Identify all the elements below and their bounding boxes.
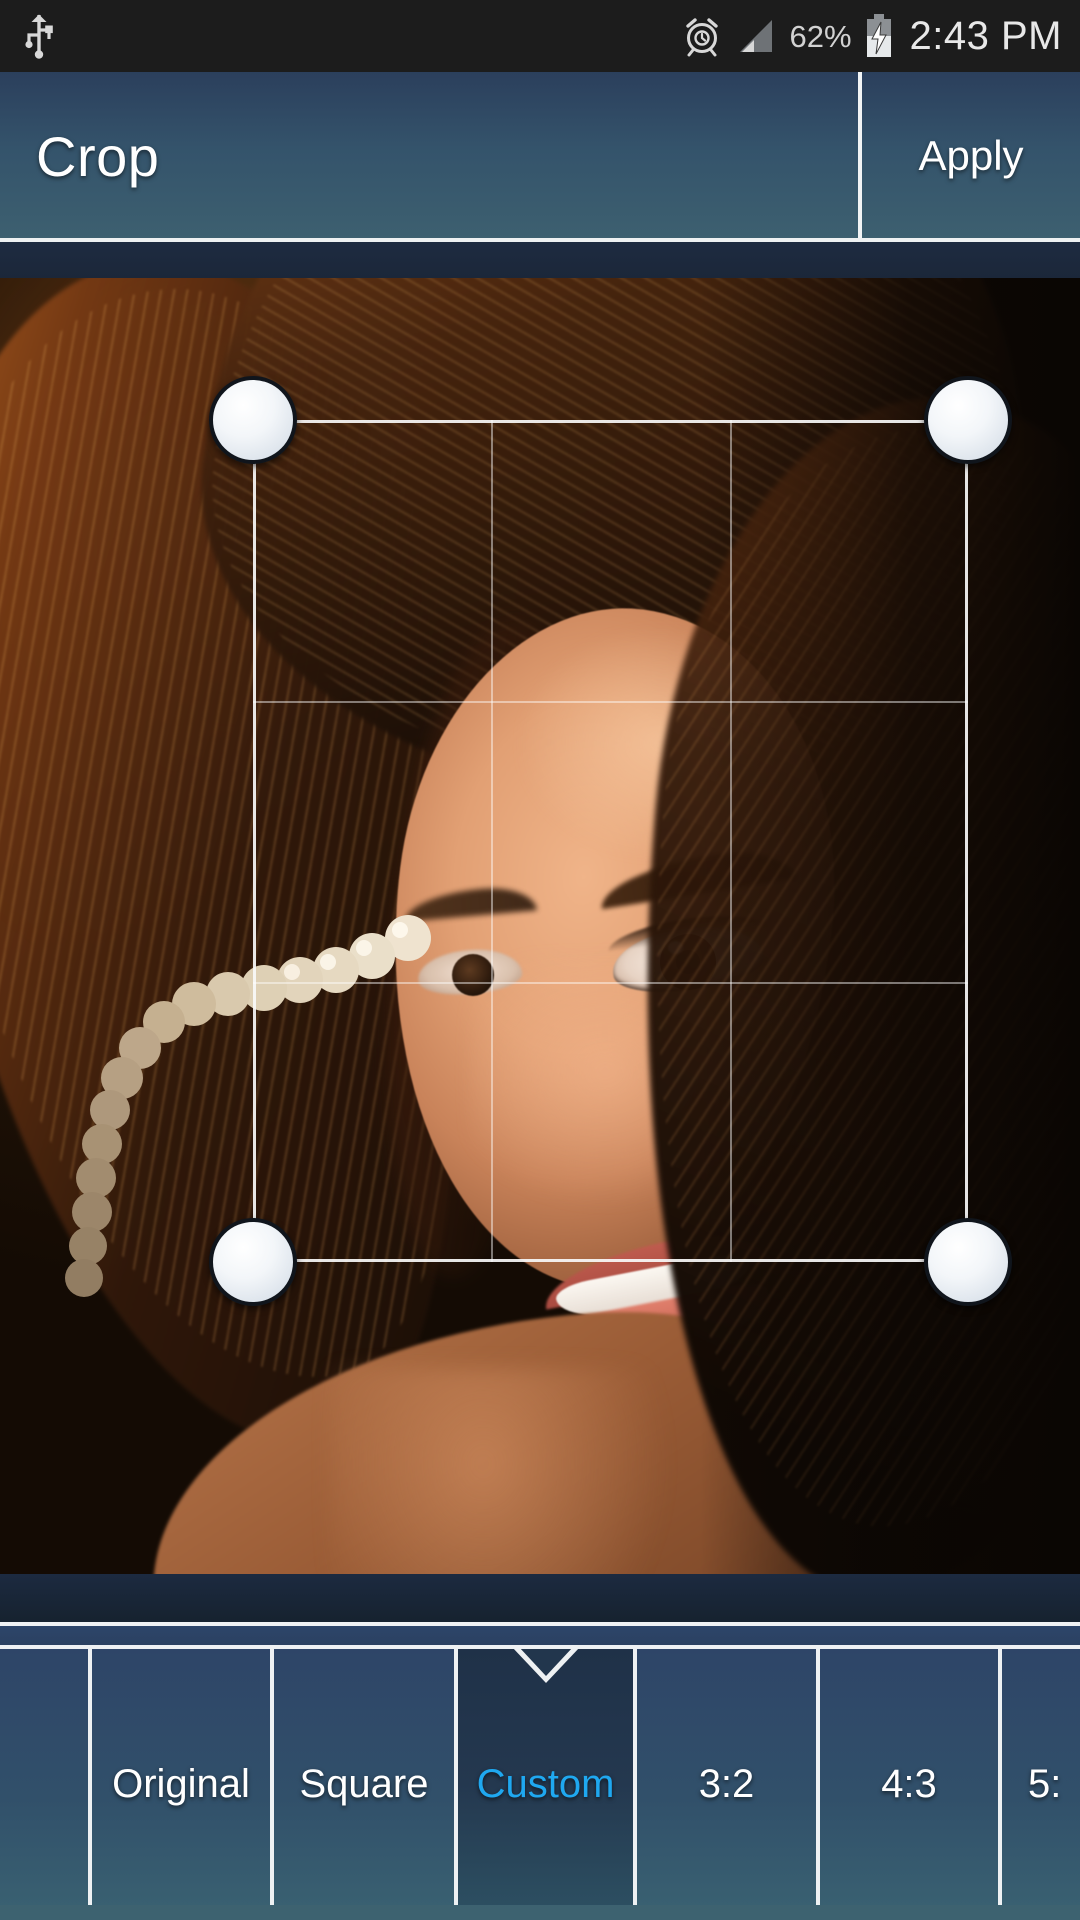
crop-handle-top-right[interactable] — [924, 376, 1012, 464]
ratio-option-label: 4:3 — [881, 1762, 937, 1806]
ratio-option-4-3[interactable]: 4:3 — [820, 1649, 1002, 1920]
crop-overlay — [0, 278, 1080, 1574]
ratio-option-label: Custom — [476, 1762, 615, 1806]
toolbar-spacer-bottom — [0, 1574, 1080, 1622]
apply-button-label: Apply — [918, 132, 1024, 179]
signal-bars-icon — [740, 20, 773, 52]
alarm-clock-icon — [686, 18, 719, 57]
crop-grid-line-vertical-2 — [730, 420, 732, 1262]
ratio-option-label: 3:2 — [698, 1762, 755, 1806]
crop-grid-line-horizontal-2 — [253, 982, 968, 984]
status-bar: 62% 2:43 PM — [0, 0, 1080, 72]
crop-handle-bottom-right[interactable] — [924, 1218, 1012, 1306]
ratio-option-square[interactable]: Square — [274, 1649, 458, 1920]
status-bar-right: 62% 2:43 PM — [681, 14, 1062, 58]
header-title-cell: Crop — [0, 72, 862, 240]
crop-grid-line-vertical-1 — [491, 420, 493, 1262]
footer-base-strip — [0, 1905, 1080, 1920]
crop-canvas[interactable] — [0, 278, 1080, 1574]
crop-handle-bottom-left[interactable] — [209, 1218, 297, 1306]
crop-grid-line-horizontal-1 — [253, 701, 968, 703]
status-bar-left — [22, 13, 56, 59]
ratio-option-label: Square — [299, 1762, 429, 1806]
usb-icon — [25, 14, 53, 59]
header-divider — [858, 72, 862, 240]
ratio-option-label: Original — [112, 1762, 250, 1806]
ratio-option-label: 5: — [1028, 1762, 1062, 1806]
selected-chevron-inner-icon — [518, 1649, 573, 1676]
battery-percent-label: 62% — [789, 18, 852, 54]
battery-charging-icon — [866, 14, 891, 57]
ratio-option-partial-left[interactable] — [0, 1649, 92, 1920]
crop-rectangle[interactable] — [253, 420, 968, 1262]
page-title: Crop — [36, 124, 160, 188]
toolbar-spacer-top — [0, 242, 1080, 278]
app-header: Crop Apply — [0, 72, 1080, 240]
aspect-ratio-bar[interactable]: Original Square Custom 3:2 4:3 5: — [0, 1649, 1080, 1920]
ratio-option-3-2[interactable]: 3:2 — [637, 1649, 820, 1920]
apply-button[interactable]: Apply — [862, 72, 1080, 240]
clock-label: 2:43 PM — [909, 14, 1062, 58]
footer-accent-strip — [0, 1626, 1080, 1645]
ratio-option-partial-right[interactable]: 5: — [1002, 1649, 1080, 1920]
ratio-option-custom[interactable]: Custom — [458, 1649, 637, 1920]
ratio-option-original[interactable]: Original — [92, 1649, 274, 1920]
crop-handle-top-left[interactable] — [209, 376, 297, 464]
